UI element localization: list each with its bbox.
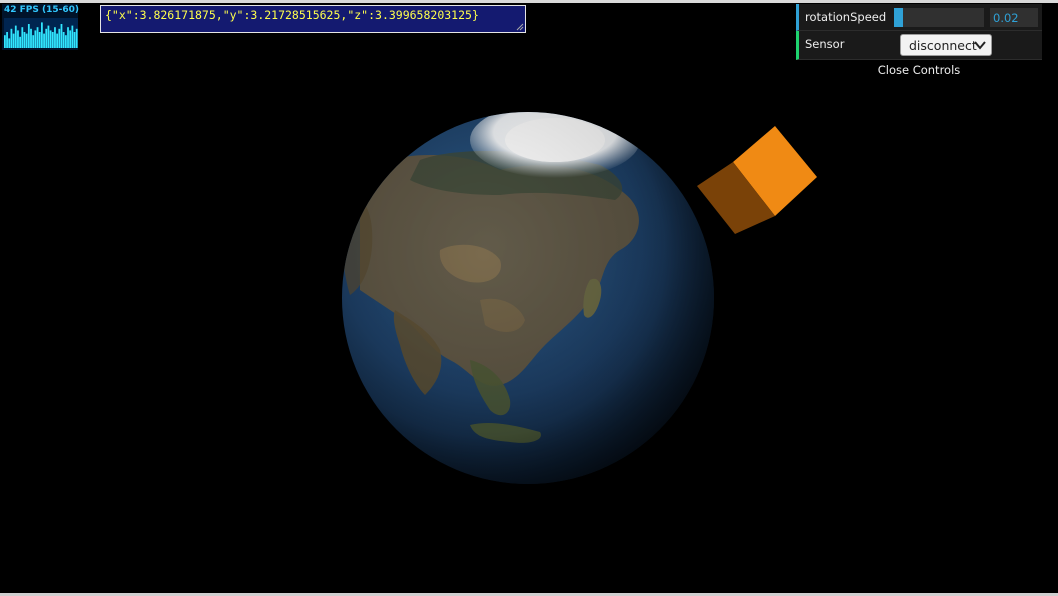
fps-bar <box>36 27 39 48</box>
orange-cube <box>697 126 817 234</box>
rotation-speed-row: rotationSpeed 0.02 <box>796 4 1042 31</box>
fps-bar <box>25 33 28 48</box>
landmass-japan <box>583 278 602 318</box>
rotation-speed-label: rotationSpeed <box>805 10 887 24</box>
fps-bar <box>60 24 63 48</box>
fps-bar <box>6 32 8 48</box>
fps-bar <box>51 32 54 48</box>
landmass-siberia <box>410 150 623 200</box>
fps-bar <box>64 35 67 48</box>
fps-bar <box>69 30 72 48</box>
fps-bar <box>8 38 11 48</box>
sensor-select[interactable]: disconnect <box>900 34 992 56</box>
fps-bar <box>62 32 65 48</box>
fps-history-graph <box>4 18 78 48</box>
fps-bar <box>47 25 50 48</box>
fps-bar <box>49 30 52 48</box>
landmass-india <box>393 310 442 395</box>
fps-bar <box>38 32 41 48</box>
fps-bar <box>71 25 74 48</box>
fps-bar <box>27 24 30 48</box>
landmass-indonesia <box>470 422 541 443</box>
fps-bar <box>14 25 17 48</box>
fps-bar <box>54 27 56 48</box>
fps-bar <box>75 28 78 48</box>
fps-bar <box>21 27 24 48</box>
earth-globe <box>342 112 714 484</box>
fps-bar <box>56 33 59 48</box>
slider-fill <box>894 8 903 27</box>
cube-top-face <box>733 126 817 216</box>
chevron-down-icon <box>974 41 986 50</box>
fps-bar <box>67 27 69 48</box>
fps-bar <box>30 28 32 48</box>
fps-bar <box>12 33 15 48</box>
fps-bar <box>58 28 61 48</box>
fps-bar <box>19 36 22 48</box>
landmass-west <box>342 196 373 295</box>
landmass-southeast-asia <box>470 360 511 416</box>
rotation-speed-slider[interactable] <box>894 8 984 27</box>
rotation-speed-input[interactable]: 0.02 <box>990 8 1038 27</box>
webgl-scene <box>342 112 817 484</box>
fps-label: 42 FPS (15-60) <box>4 5 80 15</box>
fps-bar <box>23 32 26 48</box>
fps-bar <box>41 22 43 48</box>
resize-grip-icon[interactable] <box>516 23 524 31</box>
fps-meter[interactable]: 42 FPS (15-60) <box>2 4 80 50</box>
coordinates-text: {"x":3.826171875,"y":3.21728515625,"z":3… <box>105 8 479 22</box>
sensor-label: Sensor <box>805 37 845 51</box>
fps-bar <box>32 35 35 48</box>
top-border <box>0 0 1058 3</box>
fps-bar <box>17 30 19 48</box>
fps-bar <box>43 33 45 48</box>
close-controls-button[interactable]: Close Controls <box>796 62 1042 78</box>
landmass-asia <box>360 155 639 386</box>
sensor-row: Sensor disconnect <box>796 31 1042 60</box>
fps-bar <box>10 28 13 48</box>
controls-panel: rotationSpeed 0.02 Sensor disconnect Clo… <box>796 4 1042 78</box>
polar-ice-cap <box>470 112 640 178</box>
coordinates-textarea[interactable]: {"x":3.826171875,"y":3.21728515625,"z":3… <box>100 5 526 33</box>
cube-side-face <box>697 162 775 234</box>
fps-bar <box>4 35 6 48</box>
fps-bar <box>34 30 37 48</box>
sensor-select-value: disconnect <box>909 38 977 53</box>
fps-bar <box>45 28 48 48</box>
fps-bar <box>73 32 76 48</box>
